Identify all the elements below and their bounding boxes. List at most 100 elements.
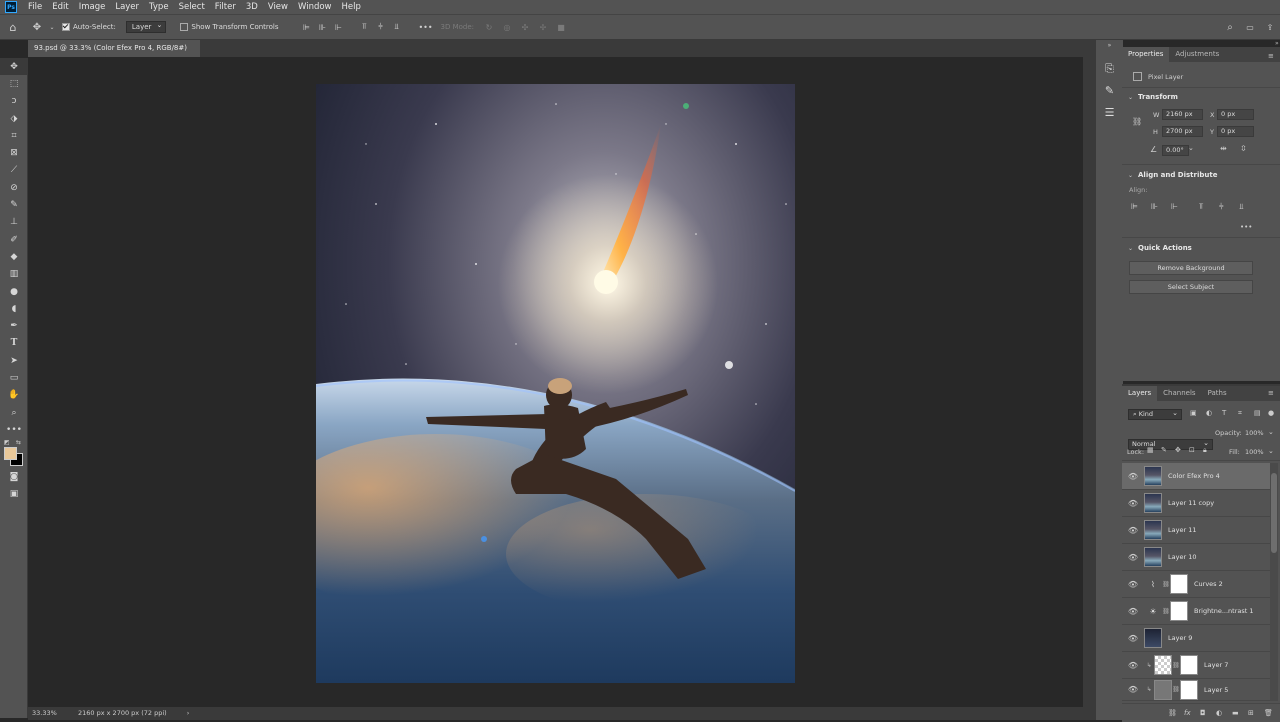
collapse-arrows-icon[interactable]: » — [1096, 42, 1123, 62]
align-center-h-icon[interactable]: ⊪ — [315, 23, 331, 32]
menu-image[interactable]: Image — [74, 0, 111, 14]
align-left-edges-icon[interactable]: ⊫ — [1131, 202, 1151, 212]
opacity-dropdown-icon[interactable]: ⌄ — [1268, 428, 1274, 436]
align-horizontal-centers-icon[interactable]: ⊪ — [1151, 202, 1171, 212]
y-field[interactable]: 0 px — [1217, 126, 1254, 137]
path-select-tool[interactable]: ➤ — [0, 352, 28, 369]
angle-field[interactable]: 0.00° — [1162, 145, 1189, 156]
3d-orbit-icon[interactable]: ↻ — [480, 23, 498, 32]
new-layer-icon[interactable]: ⊞ — [1248, 709, 1264, 717]
new-adjustment-icon[interactable]: ◐ — [1216, 709, 1232, 717]
menu-type[interactable]: Type — [144, 0, 174, 14]
tab-layers[interactable]: Layers — [1122, 386, 1158, 401]
move-tool-icon[interactable]: ✥ — [26, 22, 48, 33]
menu-layer[interactable]: Layer — [110, 0, 144, 14]
height-field[interactable]: 2700 px — [1162, 126, 1203, 137]
visibility-eye-icon[interactable]: 👁︎ — [1122, 607, 1144, 616]
quick-mask-tool[interactable]: ◙ — [0, 469, 28, 486]
auto-select-checkbox[interactable]: Auto-Select: — [62, 23, 116, 31]
lock-position-icon[interactable]: ✥ — [1175, 446, 1189, 455]
layer-row[interactable]: 👁︎ Color Efex Pro 4 — [1122, 463, 1270, 490]
layers-scroll-thumb[interactable] — [1271, 473, 1277, 553]
align-left-icon[interactable]: ⊫ — [299, 23, 315, 32]
frame-tool[interactable]: ⊠ — [0, 144, 28, 161]
quick-actions-chevron-icon[interactable]: ⌄ — [1128, 245, 1133, 252]
menu-select[interactable]: Select — [174, 0, 210, 14]
menu-help[interactable]: Help — [337, 0, 366, 14]
visibility-eye-icon[interactable]: 👁︎ — [1122, 526, 1144, 535]
angle-dropdown-icon[interactable]: ⌄ — [1188, 144, 1194, 152]
lasso-tool[interactable]: ↄ — [0, 93, 28, 110]
blur-tool[interactable]: ● — [0, 283, 28, 300]
properties-menu-icon[interactable]: ≡ — [1268, 52, 1274, 60]
document-canvas[interactable] — [316, 84, 795, 683]
align-bottom-icon[interactable]: ⫫ — [389, 22, 405, 32]
filter-toggle-icon[interactable]: ● — [1268, 409, 1276, 418]
mask-link-icon[interactable]: ⛓ — [1172, 686, 1180, 693]
tab-channels[interactable]: Channels — [1157, 386, 1201, 401]
align-top-edges-icon[interactable]: ⫪ — [1199, 202, 1219, 212]
mask-link-icon[interactable]: ⛓ — [1172, 662, 1180, 669]
default-colors-icon[interactable]: ◩ — [4, 439, 10, 446]
layer-row[interactable]: 👁︎ ⌇ ⛓ Curves 2 — [1122, 571, 1270, 598]
eraser-tool[interactable]: ◆ — [0, 248, 28, 265]
mask-link-icon[interactable]: ⛓ — [1162, 581, 1170, 588]
menu-filter[interactable]: Filter — [210, 0, 241, 14]
lock-transparent-icon[interactable]: ▦ — [1147, 446, 1161, 455]
show-transform-check-icon[interactable] — [180, 23, 189, 31]
more-options-icon[interactable]: ••• — [417, 23, 435, 32]
pen-tool[interactable]: ✒ — [0, 317, 28, 334]
lock-artboard-icon[interactable]: ⊡ — [1189, 446, 1203, 455]
x-field[interactable]: 0 px — [1217, 109, 1254, 120]
zoom-level[interactable]: 33.33% — [32, 707, 76, 720]
filter-type-icon[interactable]: T — [1222, 409, 1238, 418]
auto-select-check-icon[interactable] — [62, 23, 70, 31]
marquee-tool[interactable]: ⬚ — [0, 75, 28, 92]
rectangle-tool[interactable]: ▭ — [0, 369, 28, 386]
tab-paths[interactable]: Paths — [1202, 386, 1233, 401]
menu-file[interactable]: File — [23, 0, 47, 14]
flip-vertical-icon[interactable]: ⇳ — [1240, 144, 1247, 153]
share-icon[interactable]: ⇪ — [1260, 23, 1280, 32]
chevron-down-icon[interactable]: ⌄ — [48, 24, 56, 31]
3d-slide-icon[interactable]: ✢ — [534, 23, 552, 32]
history-panel-icon[interactable]: ⎘ — [1096, 62, 1123, 84]
filter-pixel-icon[interactable]: ▣ — [1190, 409, 1206, 418]
lock-all-icon[interactable]: 🔒︎ — [1203, 446, 1217, 455]
link-dimensions-icon[interactable]: ⛓ — [1132, 117, 1142, 126]
crop-tool[interactable]: ⌗ — [0, 127, 28, 144]
3d-scale-icon[interactable]: ■ — [552, 23, 570, 32]
properties-sliders-icon[interactable]: ☰ — [1096, 106, 1123, 128]
link-layers-icon[interactable]: ⛓ — [1168, 709, 1184, 717]
move-tool[interactable]: ✥ — [0, 58, 28, 76]
layer-filter-dropdown[interactable]: ⌕ Kind — [1128, 409, 1182, 420]
document-tab[interactable]: 93.psd @ 33.3% (Color Efex Pro 4, RGB/8#… — [28, 40, 200, 69]
layer-row[interactable]: 👁︎ Layer 9 — [1122, 625, 1270, 652]
layer-row[interactable]: 👁︎ Layer 11 copy — [1122, 490, 1270, 517]
visibility-eye-icon[interactable]: 👁︎ — [1122, 634, 1144, 643]
filter-shape-icon[interactable]: ⌗ — [1238, 409, 1254, 418]
flip-horizontal-icon[interactable]: ⇹ — [1220, 144, 1227, 153]
layer-row[interactable]: 👁︎ ↳ ⛓ Layer 5 — [1122, 679, 1270, 701]
visibility-eye-icon[interactable]: 👁︎ — [1122, 580, 1144, 589]
filter-adjustment-icon[interactable]: ◐ — [1206, 409, 1222, 418]
mask-link-icon[interactable]: ⛓ — [1162, 608, 1170, 615]
transform-chevron-icon[interactable]: ⌄ — [1128, 94, 1133, 101]
zoom-tool[interactable]: ⌕ — [0, 404, 28, 421]
opacity-value[interactable]: 100% — [1245, 429, 1264, 437]
layer-row[interactable]: 👁︎ ☀ ⛓ Brightne...ntrast 1 — [1122, 598, 1270, 625]
layers-scrollbar[interactable] — [1270, 463, 1278, 701]
add-mask-icon[interactable]: ◘ — [1200, 709, 1216, 717]
layer-row[interactable]: 👁︎ ↳ ⛓ Layer 7 — [1122, 652, 1270, 679]
layers-menu-icon[interactable]: ≡ — [1268, 389, 1274, 397]
tab-adjustments[interactable]: Adjustments — [1169, 47, 1225, 62]
align-right-edges-icon[interactable]: ⊩ — [1171, 202, 1199, 212]
menu-view[interactable]: View — [263, 0, 293, 14]
menu-window[interactable]: Window — [293, 0, 337, 14]
type-tool[interactable]: T — [0, 335, 28, 352]
visibility-eye-icon[interactable]: 👁︎ — [1122, 553, 1144, 562]
3d-pan-icon[interactable]: ✣ — [516, 23, 534, 32]
visibility-eye-icon[interactable]: 👁︎ — [1122, 499, 1144, 508]
screen-mode-tool[interactable]: ▣ — [0, 486, 28, 503]
visibility-eye-icon[interactable]: 👁︎ — [1122, 472, 1144, 481]
